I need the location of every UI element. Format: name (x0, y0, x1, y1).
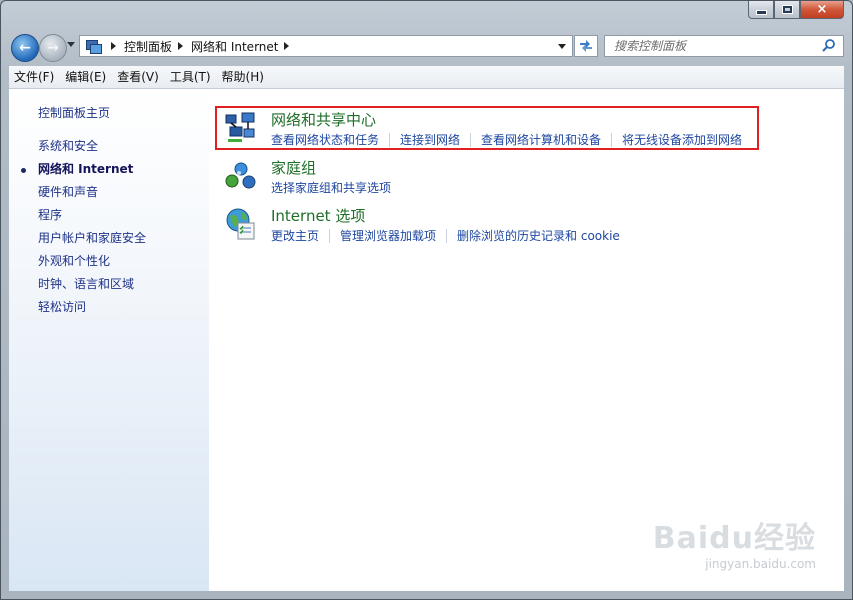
breadcrumb-network-internet[interactable]: 网络和 Internet (191, 38, 278, 55)
content-area: 控制面板主页 系统和安全 网络和 Internet 硬件和声音 程序 用户帐户和… (9, 89, 844, 591)
breadcrumb-chevron-icon[interactable] (284, 42, 290, 50)
sidebar: 控制面板主页 系统和安全 网络和 Internet 硬件和声音 程序 用户帐户和… (9, 89, 209, 591)
breadcrumb-chevron-icon[interactable] (178, 42, 184, 50)
link-view-network-status[interactable]: 查看网络状态和任务 (271, 131, 379, 148)
minimize-icon (755, 10, 767, 15)
link-delete-history-cookies[interactable]: 删除浏览的历史记录和 cookie (457, 227, 620, 244)
link-change-homepage[interactable]: 更改主页 (271, 227, 319, 244)
link-separator (446, 228, 448, 243)
address-bar[interactable]: 控制面板 网络和 Internet (79, 35, 573, 57)
current-page-bullet-icon (21, 168, 26, 173)
main-panel: 网络和共享中心 查看网络状态和任务 连接到网络 查看网络计算机和设备 将无线设备… (209, 89, 844, 591)
breadcrumb: 控制面板 网络和 Internet (105, 38, 297, 55)
category-title-internet-options[interactable]: Internet 选项 (271, 205, 365, 226)
forward-button[interactable]: → (39, 34, 67, 62)
caption-buttons: × (748, 1, 844, 21)
navigation-bar: ← → 控制面板 网络和 Internet (9, 32, 844, 62)
menu-view[interactable]: 查看(V) (112, 66, 164, 88)
sidebar-item-hardware-sound[interactable]: 硬件和声音 (38, 183, 98, 200)
link-homegroup-sharing-options[interactable]: 选择家庭组和共享选项 (271, 179, 391, 196)
close-icon: × (816, 2, 828, 17)
link-view-network-computers[interactable]: 查看网络计算机和设备 (481, 131, 601, 148)
category-title-network-sharing[interactable]: 网络和共享中心 (271, 109, 376, 130)
forward-arrow-icon: → (47, 40, 59, 56)
search-icon[interactable] (821, 38, 837, 54)
close-button[interactable]: × (800, 1, 844, 19)
control-panel-icon (85, 39, 102, 54)
search-box[interactable] (604, 35, 844, 57)
recent-pages-dropdown-icon[interactable] (67, 42, 75, 47)
internet-options-icon (226, 208, 255, 240)
homegroup-icon (225, 162, 256, 189)
watermark-url: jingyan.baidu.com (705, 557, 816, 571)
link-separator (389, 132, 391, 147)
link-separator (611, 132, 613, 147)
back-arrow-icon: ← (19, 40, 31, 56)
link-separator (329, 228, 331, 243)
category-links: 查看网络状态和任务 连接到网络 查看网络计算机和设备 将无线设备添加到网络 (271, 131, 742, 148)
sidebar-item-clock-language[interactable]: 时钟、语言和区域 (38, 275, 134, 292)
sidebar-item-network-internet: 网络和 Internet (38, 162, 134, 176)
menu-bar: 文件(F) 编辑(E) 查看(V) 工具(T) 帮助(H) (9, 66, 844, 89)
baidu-watermark: Baidu经验 jingyan.baidu.com (653, 513, 816, 571)
maximize-icon (782, 6, 792, 13)
category-links: 选择家庭组和共享选项 (271, 179, 391, 196)
category-links: 更改主页 管理浏览器加载项 删除浏览的历史记录和 cookie (271, 227, 620, 244)
menu-file[interactable]: 文件(F) (9, 66, 59, 88)
sidebar-item-programs[interactable]: 程序 (38, 206, 62, 223)
network-sharing-center-icon (225, 112, 255, 142)
search-input[interactable] (605, 36, 821, 56)
sidebar-item-user-accounts[interactable]: 用户帐户和家庭安全 (38, 229, 146, 246)
back-button[interactable]: ← (11, 34, 39, 62)
link-manage-addons[interactable]: 管理浏览器加载项 (340, 227, 436, 244)
menu-tools[interactable]: 工具(T) (165, 66, 216, 88)
refresh-icon (580, 40, 592, 52)
sidebar-item-ease-of-access[interactable]: 轻松访问 (38, 298, 86, 315)
category-title-homegroup[interactable]: 家庭组 (271, 157, 316, 178)
link-add-wireless-device[interactable]: 将无线设备添加到网络 (622, 131, 742, 148)
refresh-button[interactable] (574, 35, 598, 57)
breadcrumb-chevron-icon[interactable] (111, 42, 116, 50)
link-connect-to-network[interactable]: 连接到网络 (400, 131, 460, 148)
sidebar-item-appearance[interactable]: 外观和个性化 (38, 252, 110, 269)
address-history-dropdown-icon[interactable] (558, 43, 566, 49)
menu-help[interactable]: 帮助(H) (217, 66, 269, 88)
sidebar-item-system-security[interactable]: 系统和安全 (38, 137, 98, 154)
breadcrumb-control-panel[interactable]: 控制面板 (124, 38, 172, 55)
control-panel-window: × ← → 控制面板 网络和 Internet 搜索控制面板 文件(F) 编辑(… (0, 0, 853, 600)
minimize-button[interactable] (748, 1, 774, 19)
watermark-brand: Baidu经验 (652, 521, 816, 556)
link-separator (470, 132, 472, 147)
maximize-button[interactable] (774, 1, 800, 19)
menu-edit[interactable]: 编辑(E) (60, 66, 111, 88)
sidebar-item-home[interactable]: 控制面板主页 (38, 104, 110, 121)
